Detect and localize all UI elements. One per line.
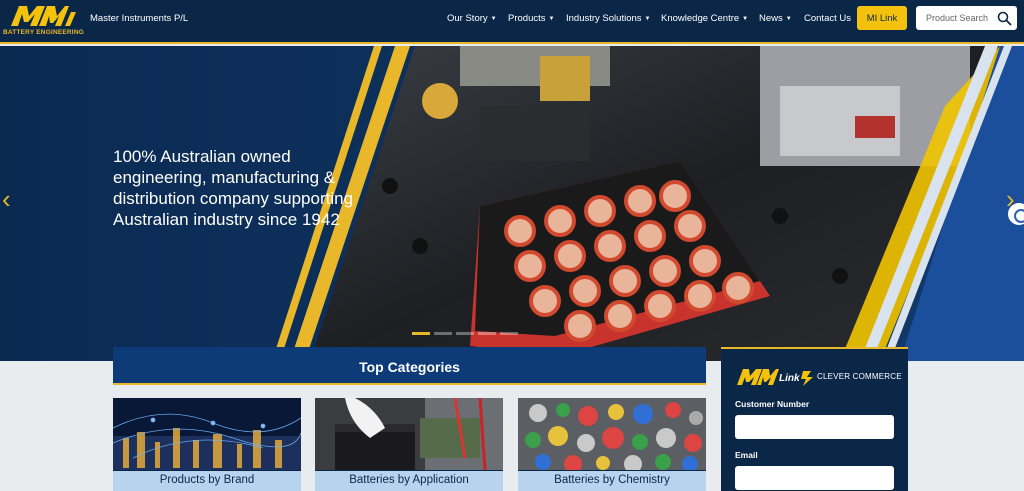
category-card-brand[interactable]: Products by Brand — [113, 398, 301, 491]
search-box — [916, 6, 1017, 30]
nav-label: Our Story — [447, 13, 488, 24]
slide-indicator[interactable] — [434, 332, 452, 335]
nav-label: Products — [508, 13, 546, 24]
nav-label: Knowledge Centre — [661, 13, 740, 24]
assorted-batteries-image — [518, 398, 706, 470]
category-label: Batteries by Application — [315, 471, 503, 491]
hero-slider: 100% Australian owned engineering, manuf… — [0, 46, 1024, 361]
caret-down-icon: ▼ — [785, 16, 792, 22]
slide-indicator[interactable] — [478, 332, 496, 335]
section-title: Top Categories — [359, 359, 460, 375]
nav-label: Industry Solutions — [566, 13, 642, 24]
battery-testing-image — [315, 398, 503, 470]
customer-number-field[interactable] — [735, 415, 894, 439]
city-network-image — [113, 398, 301, 470]
mi-link-logo-icon: Link — [737, 369, 813, 386]
svg-text:Link: Link — [779, 373, 800, 384]
slide-indicator[interactable] — [456, 332, 474, 335]
caret-down-icon: ▼ — [490, 16, 497, 22]
email-label: Email — [735, 450, 758, 460]
category-card-chemistry[interactable]: Batteries by Chemistry — [518, 398, 706, 491]
customer-number-label: Customer Number — [735, 399, 810, 409]
mi-logo-icon — [11, 6, 76, 26]
chat-icon[interactable] — [1008, 203, 1024, 225]
slide-indicators — [412, 332, 518, 335]
caret-down-icon: ▼ — [548, 16, 555, 22]
search-input[interactable] — [916, 6, 996, 30]
mi-link-button[interactable]: MI Link — [857, 6, 907, 30]
nav-products[interactable]: Products ▼ — [508, 13, 554, 24]
category-card-application[interactable]: Batteries by Application — [315, 398, 503, 491]
company-name: Master Instruments P/L — [90, 13, 189, 24]
top-categories-header: Top Categories — [113, 347, 706, 385]
nav-contact-us[interactable]: Contact Us — [804, 13, 851, 24]
nav-industry-solutions[interactable]: Industry Solutions ▼ — [566, 13, 650, 24]
nav-our-story[interactable]: Our Story ▼ — [447, 13, 497, 24]
hero-headline: 100% Australian owned engineering, manuf… — [113, 147, 354, 229]
caret-down-icon: ▼ — [742, 16, 749, 22]
mi-link-login-panel: Link CLEVER COMMERCE Customer Number Ema… — [721, 347, 908, 491]
nav-news[interactable]: News ▼ — [759, 13, 792, 24]
slide-indicator[interactable] — [500, 332, 518, 335]
site-header: BATTERY ENGINEERING Master Instruments P… — [0, 0, 1024, 44]
nav-label: News — [759, 13, 783, 24]
category-label: Products by Brand — [113, 471, 301, 491]
panel-tagline: CLEVER COMMERCE — [817, 372, 902, 381]
chevron-left-icon[interactable]: ‹ — [2, 186, 11, 212]
email-field[interactable] — [735, 466, 894, 490]
slide-indicator[interactable] — [412, 332, 430, 335]
search-icon[interactable] — [997, 11, 1012, 26]
nav-label: Contact Us — [804, 13, 851, 24]
category-label: Batteries by Chemistry — [518, 471, 706, 491]
nav-knowledge-centre[interactable]: Knowledge Centre ▼ — [661, 13, 748, 24]
caret-down-icon: ▼ — [644, 16, 651, 22]
logo-text: BATTERY ENGINEERING — [3, 29, 84, 36]
logo[interactable]: BATTERY ENGINEERING — [3, 4, 84, 38]
